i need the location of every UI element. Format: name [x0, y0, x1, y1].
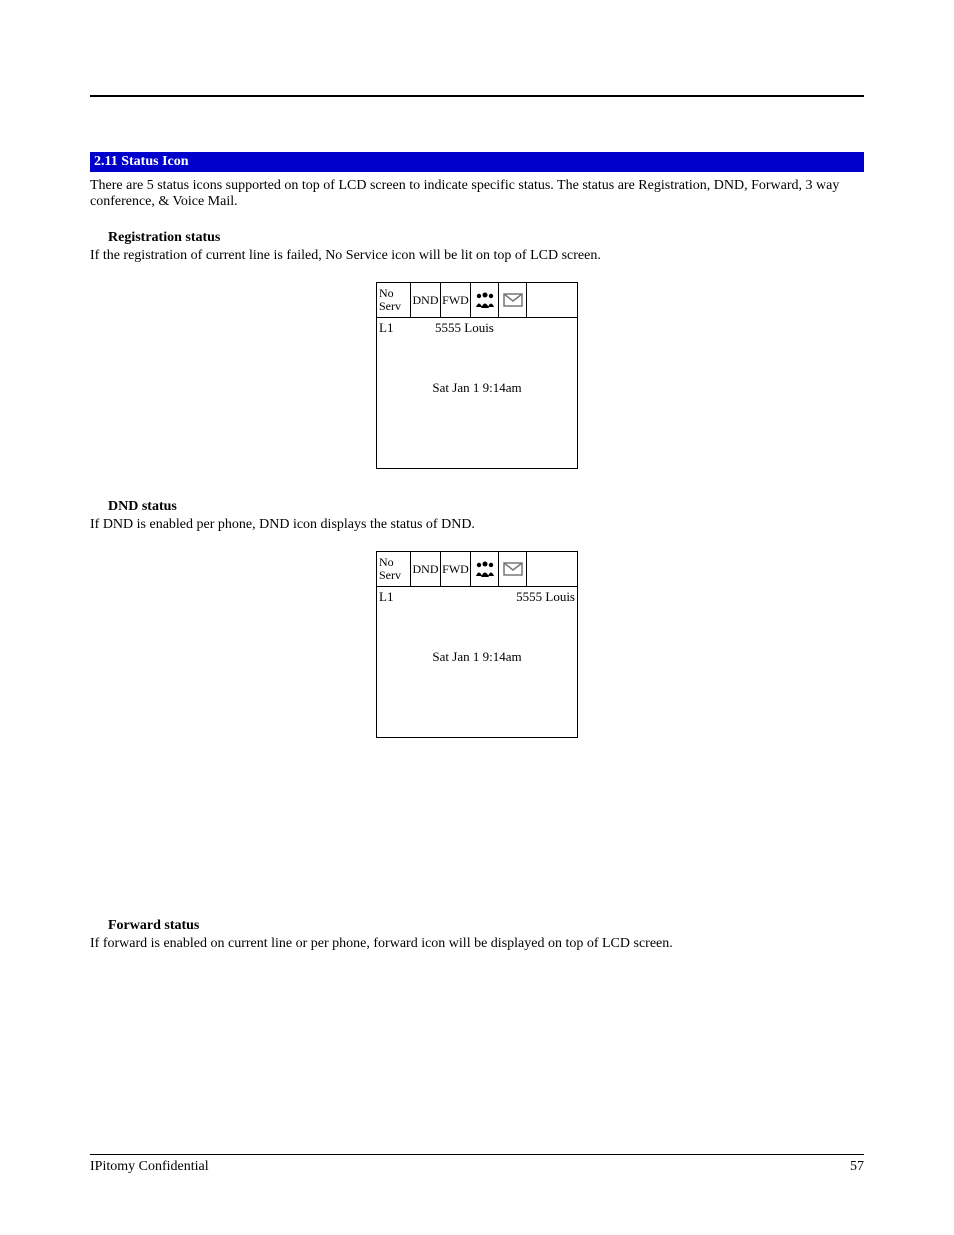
footer-left: IPitomy Confidential [90, 1159, 209, 1175]
fwd-icon-cell: FWD [441, 552, 471, 586]
voicemail-icon [499, 552, 527, 586]
lcd-screen-dnd: No Serv DND FWD [376, 551, 578, 738]
lcd-line-label: L1 [379, 320, 393, 336]
no-service-icon: No Serv [377, 552, 411, 586]
forward-desc: If forward is enabled on current line or… [90, 936, 864, 952]
voicemail-icon [499, 283, 527, 317]
intro-text: There are 5 status icons supported on to… [90, 178, 864, 210]
lcd-empty-cell [527, 283, 577, 317]
lcd-datetime: Sat Jan 1 9:14am [377, 649, 577, 665]
lcd-body: L1 5555 Louis Sat Jan 1 9:14am [377, 318, 577, 468]
no-service-icon: No Serv [377, 283, 411, 317]
lcd-extension-name: 5555 Louis [516, 589, 575, 605]
fwd-icon-cell: FWD [441, 283, 471, 317]
lcd-extension-name: 5555 Louis [435, 320, 494, 336]
conference-icon [471, 283, 499, 317]
lcd-screen-registration: No Serv DND FWD [376, 282, 578, 469]
lcd-body: L1 5555 Louis Sat Jan 1 9:14am [377, 587, 577, 737]
lcd-empty-cell [527, 552, 577, 586]
page-footer: IPitomy Confidential 57 [90, 1154, 864, 1175]
registration-heading: Registration status [108, 230, 864, 246]
forward-heading: Forward status [108, 918, 864, 934]
lcd-status-row: No Serv DND FWD [377, 283, 577, 318]
lcd-status-row: No Serv DND FWD [377, 552, 577, 587]
top-rule [90, 95, 864, 97]
page-number: 57 [850, 1159, 864, 1175]
conference-icon [471, 552, 499, 586]
registration-desc: If the registration of current line is f… [90, 248, 864, 264]
dnd-heading: DND status [108, 499, 864, 515]
dnd-desc: If DND is enabled per phone, DND icon di… [90, 517, 864, 533]
lcd-line-label: L1 [379, 589, 393, 605]
section-heading: 2.11 Status Icon [90, 152, 864, 172]
dnd-icon-cell: DND [411, 552, 441, 586]
lcd-datetime: Sat Jan 1 9:14am [377, 380, 577, 396]
dnd-icon-cell: DND [411, 283, 441, 317]
